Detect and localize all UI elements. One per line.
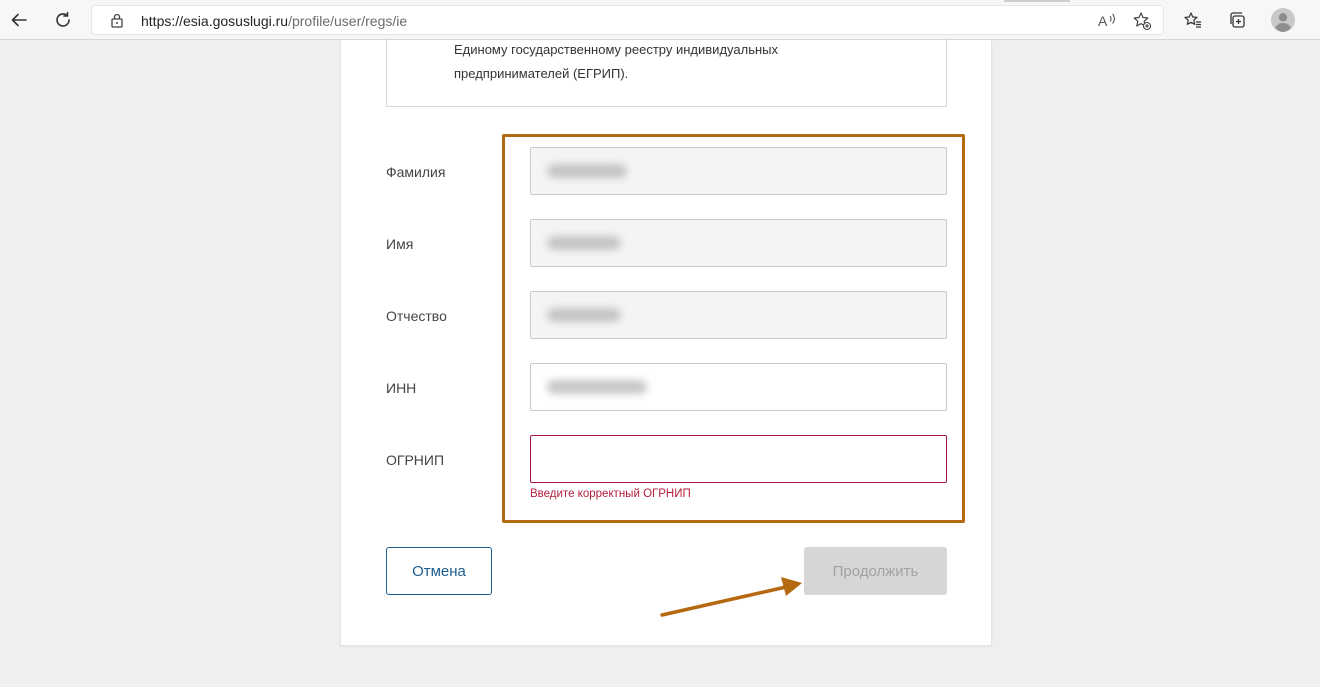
- info-box: Единому государственному реестру индивид…: [386, 38, 947, 107]
- favorites-button[interactable]: [1179, 6, 1207, 34]
- profile-avatar-icon: [1271, 8, 1295, 32]
- continue-button[interactable]: Продолжить: [804, 547, 947, 595]
- collections-button[interactable]: [1223, 6, 1251, 34]
- redacted-value: [547, 236, 621, 250]
- redacted-value: [547, 380, 647, 394]
- inn-input[interactable]: [530, 363, 947, 411]
- label-last-name: Фамилия: [386, 164, 446, 180]
- lock-icon: [111, 13, 123, 28]
- registration-card: Единому государственному реестру индивид…: [340, 38, 992, 646]
- profile-button[interactable]: [1269, 6, 1297, 34]
- redacted-value: [547, 308, 621, 322]
- refresh-button[interactable]: [49, 6, 77, 34]
- label-inn: ИНН: [386, 380, 417, 396]
- info-text: Единому государственному реестру индивид…: [454, 38, 854, 86]
- url-path: /profile/user/regs/ie: [288, 13, 408, 29]
- label-first-name: Имя: [386, 236, 414, 252]
- collections-icon: [1230, 12, 1245, 28]
- redacted-value: [547, 164, 627, 178]
- info-line-1: Единому государственному реестру индивид…: [454, 42, 778, 57]
- label-patronymic: Отчество: [386, 308, 447, 324]
- refresh-icon: [56, 11, 70, 27]
- first-name-field: [530, 219, 947, 267]
- patronymic-field: [530, 291, 947, 339]
- browser-toolbar: https://esia.gosuslugi.ru/profile/user/r…: [0, 0, 1320, 40]
- favorites-icon: [1184, 12, 1201, 28]
- url-host: https://esia.gosuslugi.ru: [141, 13, 289, 29]
- ogrnip-error-message: Введите корректный ОГРНИП: [530, 488, 691, 500]
- ogrnip-input[interactable]: [530, 435, 947, 483]
- back-button[interactable]: [5, 6, 33, 34]
- url-text: https://esia.gosuslugi.ru/profile/user/r…: [141, 13, 407, 29]
- cancel-button[interactable]: Отмена: [386, 547, 492, 595]
- svg-text:A: A: [1098, 13, 1108, 29]
- tab-strip-edge: [1004, 0, 1070, 2]
- info-line-2: предпринимателей (ЕГРИП).: [454, 66, 629, 81]
- address-bar[interactable]: https://esia.gosuslugi.ru/profile/user/r…: [91, 5, 1164, 35]
- star-add-icon[interactable]: [1132, 11, 1152, 31]
- last-name-field: [530, 147, 947, 195]
- read-aloud-icon[interactable]: A: [1097, 11, 1117, 31]
- label-ogrnip: ОГРНИП: [386, 452, 445, 468]
- arrow-left-icon: [11, 13, 27, 27]
